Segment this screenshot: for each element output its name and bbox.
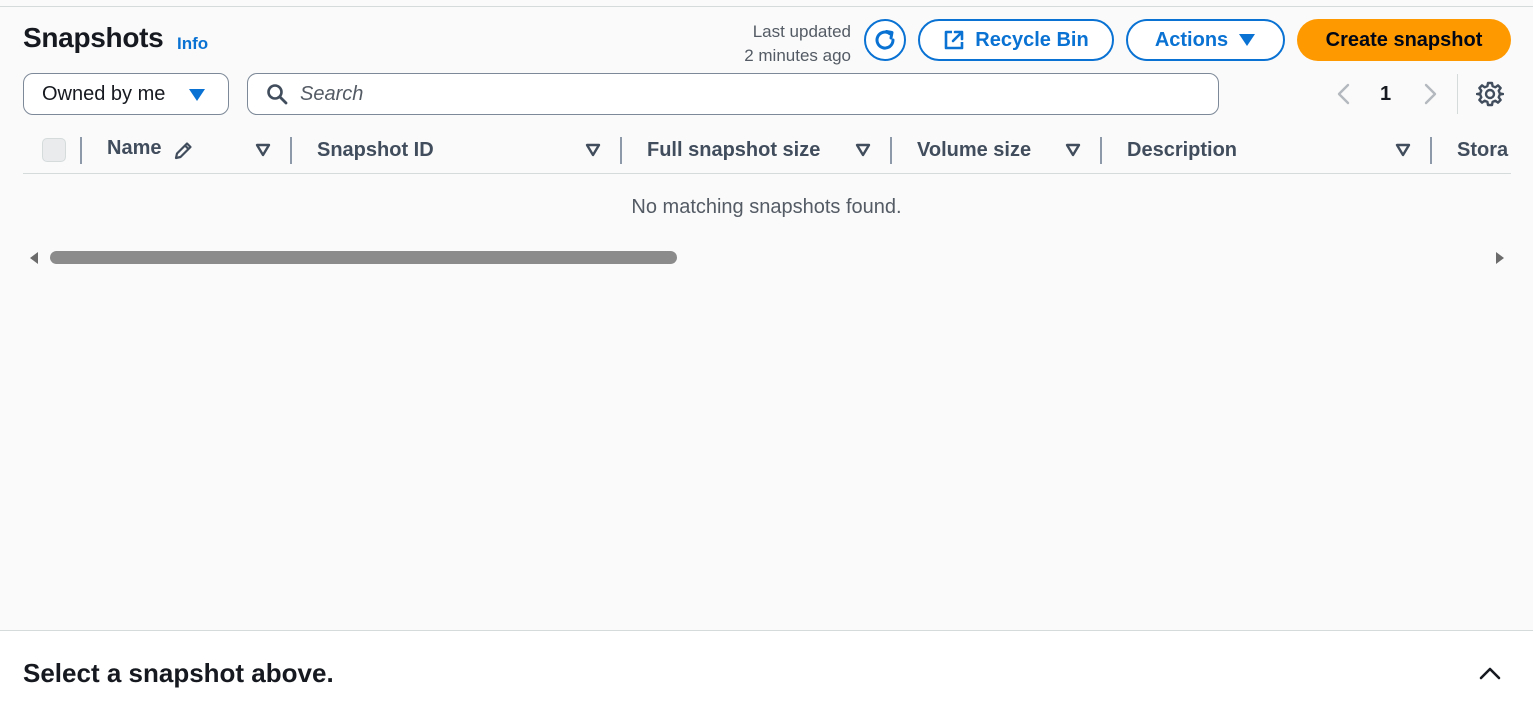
top-divider bbox=[0, 6, 1533, 7]
owner-filter-select[interactable]: Owned by me bbox=[23, 73, 229, 115]
column-header-full-snapshot-size[interactable]: Full snapshot size bbox=[647, 139, 820, 162]
split-panel: Select a snapshot above. bbox=[0, 630, 1533, 706]
sort-icon[interactable] bbox=[1065, 143, 1081, 157]
recycle-bin-label: Recycle Bin bbox=[975, 28, 1089, 51]
caret-down-icon bbox=[1239, 34, 1256, 46]
split-panel-toggle-button[interactable] bbox=[1478, 665, 1502, 686]
refresh-icon bbox=[875, 30, 895, 50]
external-link-icon bbox=[944, 30, 964, 50]
chevron-left-icon bbox=[1337, 83, 1350, 105]
refresh-button[interactable] bbox=[864, 19, 906, 61]
owner-filter-value: Owned by me bbox=[42, 82, 166, 105]
info-link[interactable]: Info bbox=[177, 34, 208, 54]
page-number-button[interactable]: 1 bbox=[1380, 83, 1391, 106]
last-updated-text: Last updated 2 minutes ago bbox=[744, 20, 851, 68]
pencil-icon bbox=[174, 142, 192, 160]
gear-icon bbox=[1475, 81, 1505, 107]
table-header: Name Snapshot ID Full snapshot size Volu… bbox=[23, 130, 1511, 174]
sort-icon[interactable] bbox=[1395, 143, 1411, 157]
sort-icon[interactable] bbox=[585, 143, 601, 157]
create-snapshot-button[interactable]: Create snapshot bbox=[1297, 19, 1511, 61]
select-all-checkbox[interactable] bbox=[42, 138, 66, 162]
actions-label: Actions bbox=[1154, 28, 1229, 51]
chevron-up-icon bbox=[1479, 667, 1501, 680]
column-header-volume-size[interactable]: Volume size bbox=[917, 139, 1031, 162]
column-header-name[interactable]: Name bbox=[107, 137, 161, 160]
column-header-storage[interactable]: Stora bbox=[1457, 139, 1508, 162]
chevron-right-icon bbox=[1424, 83, 1437, 105]
column-divider bbox=[1100, 137, 1102, 164]
column-divider bbox=[1430, 137, 1432, 164]
horizontal-scrollbar-thumb[interactable] bbox=[50, 251, 677, 264]
column-divider bbox=[80, 137, 82, 164]
column-header-snapshot-id[interactable]: Snapshot ID bbox=[317, 139, 434, 162]
scroll-right-arrow[interactable] bbox=[1494, 251, 1506, 270]
column-header-description[interactable]: Description bbox=[1127, 139, 1237, 162]
column-divider bbox=[290, 137, 292, 164]
page-title: Snapshots bbox=[23, 22, 164, 53]
search-input[interactable] bbox=[300, 82, 1180, 106]
last-updated-time: 2 minutes ago bbox=[744, 46, 851, 65]
caret-down-icon bbox=[189, 89, 205, 101]
next-page-button[interactable] bbox=[1420, 82, 1440, 111]
previous-page-button[interactable] bbox=[1334, 82, 1354, 111]
search-icon bbox=[267, 84, 288, 105]
pagination-divider bbox=[1457, 74, 1458, 114]
column-divider bbox=[620, 137, 622, 164]
last-updated-label: Last updated bbox=[752, 22, 851, 41]
triangle-left-icon bbox=[30, 252, 38, 264]
triangle-right-icon bbox=[1496, 252, 1504, 264]
column-divider bbox=[890, 137, 892, 164]
split-panel-title: Select a snapshot above. bbox=[23, 658, 334, 688]
scroll-left-arrow[interactable] bbox=[28, 251, 40, 270]
actions-dropdown-button[interactable]: Actions bbox=[1126, 19, 1285, 61]
table-settings-button[interactable] bbox=[1475, 80, 1505, 113]
sort-icon[interactable] bbox=[855, 143, 871, 157]
empty-table-message: No matching snapshots found. bbox=[631, 196, 902, 218]
sort-icon[interactable] bbox=[255, 143, 271, 157]
search-field[interactable] bbox=[247, 73, 1219, 115]
recycle-bin-button[interactable]: Recycle Bin bbox=[918, 19, 1114, 61]
